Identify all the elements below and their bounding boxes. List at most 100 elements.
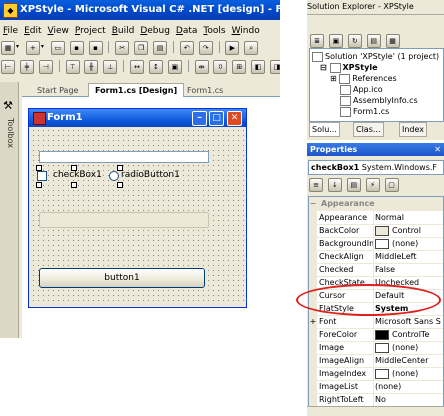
property-row-image[interactable]: Image (none) xyxy=(309,341,443,355)
object-selector[interactable]: checkBox1 System.Windows.F xyxy=(308,160,444,175)
property-row-forecolor[interactable]: ForeColor ControlTe xyxy=(309,328,443,342)
property-value[interactable]: (none) xyxy=(375,380,443,393)
categorized-icon[interactable]: ≡ xyxy=(309,178,323,192)
find-icon[interactable]: ⌕ xyxy=(244,41,259,55)
empty-panel[interactable] xyxy=(39,212,209,228)
property-row-appearance[interactable]: Appearance Normal xyxy=(309,211,443,225)
form-title-bar[interactable]: Form1 – □ ✕ xyxy=(29,109,246,127)
property-value[interactable]: (none) xyxy=(375,367,443,380)
properties-icon[interactable]: ▦ xyxy=(385,34,400,48)
property-value[interactable]: (none) xyxy=(375,341,443,354)
ide-title-bar[interactable]: ◆ XPStyle - Microsoft Visual C# .NET [de… xyxy=(0,0,280,20)
expand-icon[interactable]: + xyxy=(309,315,317,328)
resize-handle[interactable] xyxy=(71,182,77,188)
make-same-width-icon[interactable]: ↔ xyxy=(130,60,144,74)
button1-control[interactable]: button1 xyxy=(39,268,205,288)
align-top-icon[interactable]: ⊤ xyxy=(65,60,80,74)
close-icon[interactable]: ✕ xyxy=(434,143,441,156)
tab-start-page[interactable]: Start Page xyxy=(30,83,85,98)
events-icon[interactable]: ⚡ xyxy=(365,178,380,192)
chevron-down-icon[interactable]: ▾ xyxy=(41,41,47,53)
collapse-icon[interactable]: ⊟ xyxy=(320,63,327,72)
alphabetical-icon[interactable]: ↓ xyxy=(327,178,342,192)
property-row-font[interactable]: + Font Microsoft Sans S xyxy=(309,315,443,329)
property-value[interactable]: No xyxy=(375,393,443,406)
tree-item-app-ico[interactable]: App.ico xyxy=(340,84,383,95)
horizontal-spacing-icon[interactable]: ⇹ xyxy=(194,60,209,74)
maximize-icon[interactable]: □ xyxy=(209,111,224,126)
menu-item-debug[interactable]: Debug xyxy=(137,24,173,38)
collapse-icon[interactable]: − xyxy=(309,197,317,210)
new-project-icon[interactable]: ▦ xyxy=(1,41,15,55)
property-value[interactable]: Control xyxy=(375,224,443,237)
center-horizontally-icon[interactable]: ⊞ xyxy=(232,60,247,74)
resize-handle[interactable] xyxy=(117,182,123,188)
property-row-imagealign[interactable]: ImageAlign MiddleCenter xyxy=(309,354,443,368)
property-row-checkalign[interactable]: CheckAlign MiddleLeft xyxy=(309,250,443,264)
menu-item-edit[interactable]: Edit xyxy=(21,24,44,38)
tree-item-project[interactable]: ⊟ XPStyle xyxy=(320,62,378,73)
refresh-icon[interactable]: ↻ xyxy=(347,34,362,48)
align-right-icon[interactable]: ⊣ xyxy=(38,60,53,74)
properties-view-icon[interactable]: ▤ xyxy=(346,178,361,192)
undo-icon[interactable]: ↶ xyxy=(179,41,194,55)
bring-to-front-icon[interactable]: ◧ xyxy=(251,60,266,74)
property-pages-icon[interactable]: ▢ xyxy=(384,178,399,192)
property-row-backgroundima[interactable]: BackgroundIma(none) xyxy=(309,237,443,251)
form-client-area[interactable]: checkBox1 radioButton1 button1 xyxy=(31,128,244,305)
align-center-icon[interactable]: ╪ xyxy=(19,60,34,74)
text-box[interactable] xyxy=(39,151,209,163)
property-row-righttoleft[interactable]: RightToLeft No xyxy=(309,393,443,407)
property-value[interactable]: MiddleCenter xyxy=(375,354,443,367)
resize-handle[interactable] xyxy=(36,182,42,188)
radio-circle[interactable] xyxy=(109,171,119,181)
close-icon[interactable]: ✕ xyxy=(227,111,242,126)
add-item-icon[interactable]: + xyxy=(25,41,40,55)
view-code-icon[interactable]: ≣ xyxy=(310,34,324,48)
save-all-icon[interactable]: ▪ xyxy=(88,41,103,55)
property-value[interactable]: Microsoft Sans S xyxy=(375,315,443,328)
start-icon[interactable]: ▶ xyxy=(225,41,240,55)
tools-icon[interactable]: ⚒ xyxy=(2,100,14,112)
property-value[interactable]: False xyxy=(375,263,443,276)
menu-item-file[interactable]: File xyxy=(0,24,21,38)
align-bottom-icon[interactable]: ⊥ xyxy=(103,60,118,74)
tree-item-assemblyinfo[interactable]: AssemblyInfo.cs xyxy=(340,95,418,106)
chevron-down-icon[interactable]: ▾ xyxy=(16,41,22,53)
tree-item-references[interactable]: ⊞ References xyxy=(330,73,397,84)
tab-form1-design[interactable]: Form1.cs [Design] xyxy=(88,83,185,98)
menu-item-build[interactable]: Build xyxy=(109,24,138,38)
expand-icon[interactable]: ⊞ xyxy=(330,74,337,83)
menu-item-data[interactable]: Data xyxy=(173,24,201,38)
property-row-backcolor[interactable]: BackColor Control xyxy=(309,224,443,238)
property-value[interactable]: MiddleLeft xyxy=(375,250,443,263)
property-value[interactable]: ControlTe xyxy=(375,328,443,341)
align-left-icon[interactable]: ⊢ xyxy=(1,60,15,74)
designed-form[interactable]: Form1 – □ ✕ checkBox1 radioButton1 butto… xyxy=(28,108,247,308)
tab-index[interactable]: Index xyxy=(399,122,428,137)
align-middle-icon[interactable]: ╫ xyxy=(84,60,99,74)
menu-item-project[interactable]: Project xyxy=(72,24,109,38)
property-row-imageindex[interactable]: ImageIndex (none) xyxy=(309,367,443,381)
property-value[interactable]: Normal xyxy=(375,211,443,224)
cut-icon[interactable]: ✂ xyxy=(115,41,130,55)
open-icon[interactable]: ▭ xyxy=(50,41,65,55)
radiobutton1-control[interactable]: radioButton1 xyxy=(109,169,199,181)
menu-item-view[interactable]: View xyxy=(45,24,72,38)
checkbox-box[interactable] xyxy=(37,171,47,181)
checkbox1-control[interactable]: checkBox1 xyxy=(37,169,115,181)
paste-icon[interactable]: ▤ xyxy=(153,41,167,55)
property-row-checked[interactable]: Checked False xyxy=(309,263,443,277)
show-all-files-icon[interactable]: ▤ xyxy=(366,34,381,48)
view-designer-icon[interactable]: ▣ xyxy=(328,34,343,48)
tab-form1-code[interactable]: Form1.cs xyxy=(180,83,230,98)
send-to-back-icon[interactable]: ◨ xyxy=(270,60,280,74)
tab-class-view[interactable]: Clas... xyxy=(353,122,384,137)
vertical-spacing-icon[interactable]: ⇳ xyxy=(213,60,228,74)
make-same-size-icon[interactable]: ▣ xyxy=(167,60,182,74)
toolbox-tab[interactable]: Toolbox xyxy=(3,118,15,158)
tab-solution-explorer[interactable]: Solu... xyxy=(309,122,340,137)
redo-icon[interactable]: ↷ xyxy=(198,41,213,55)
minimize-icon[interactable]: – xyxy=(192,111,207,126)
copy-icon[interactable]: ❐ xyxy=(134,41,149,55)
